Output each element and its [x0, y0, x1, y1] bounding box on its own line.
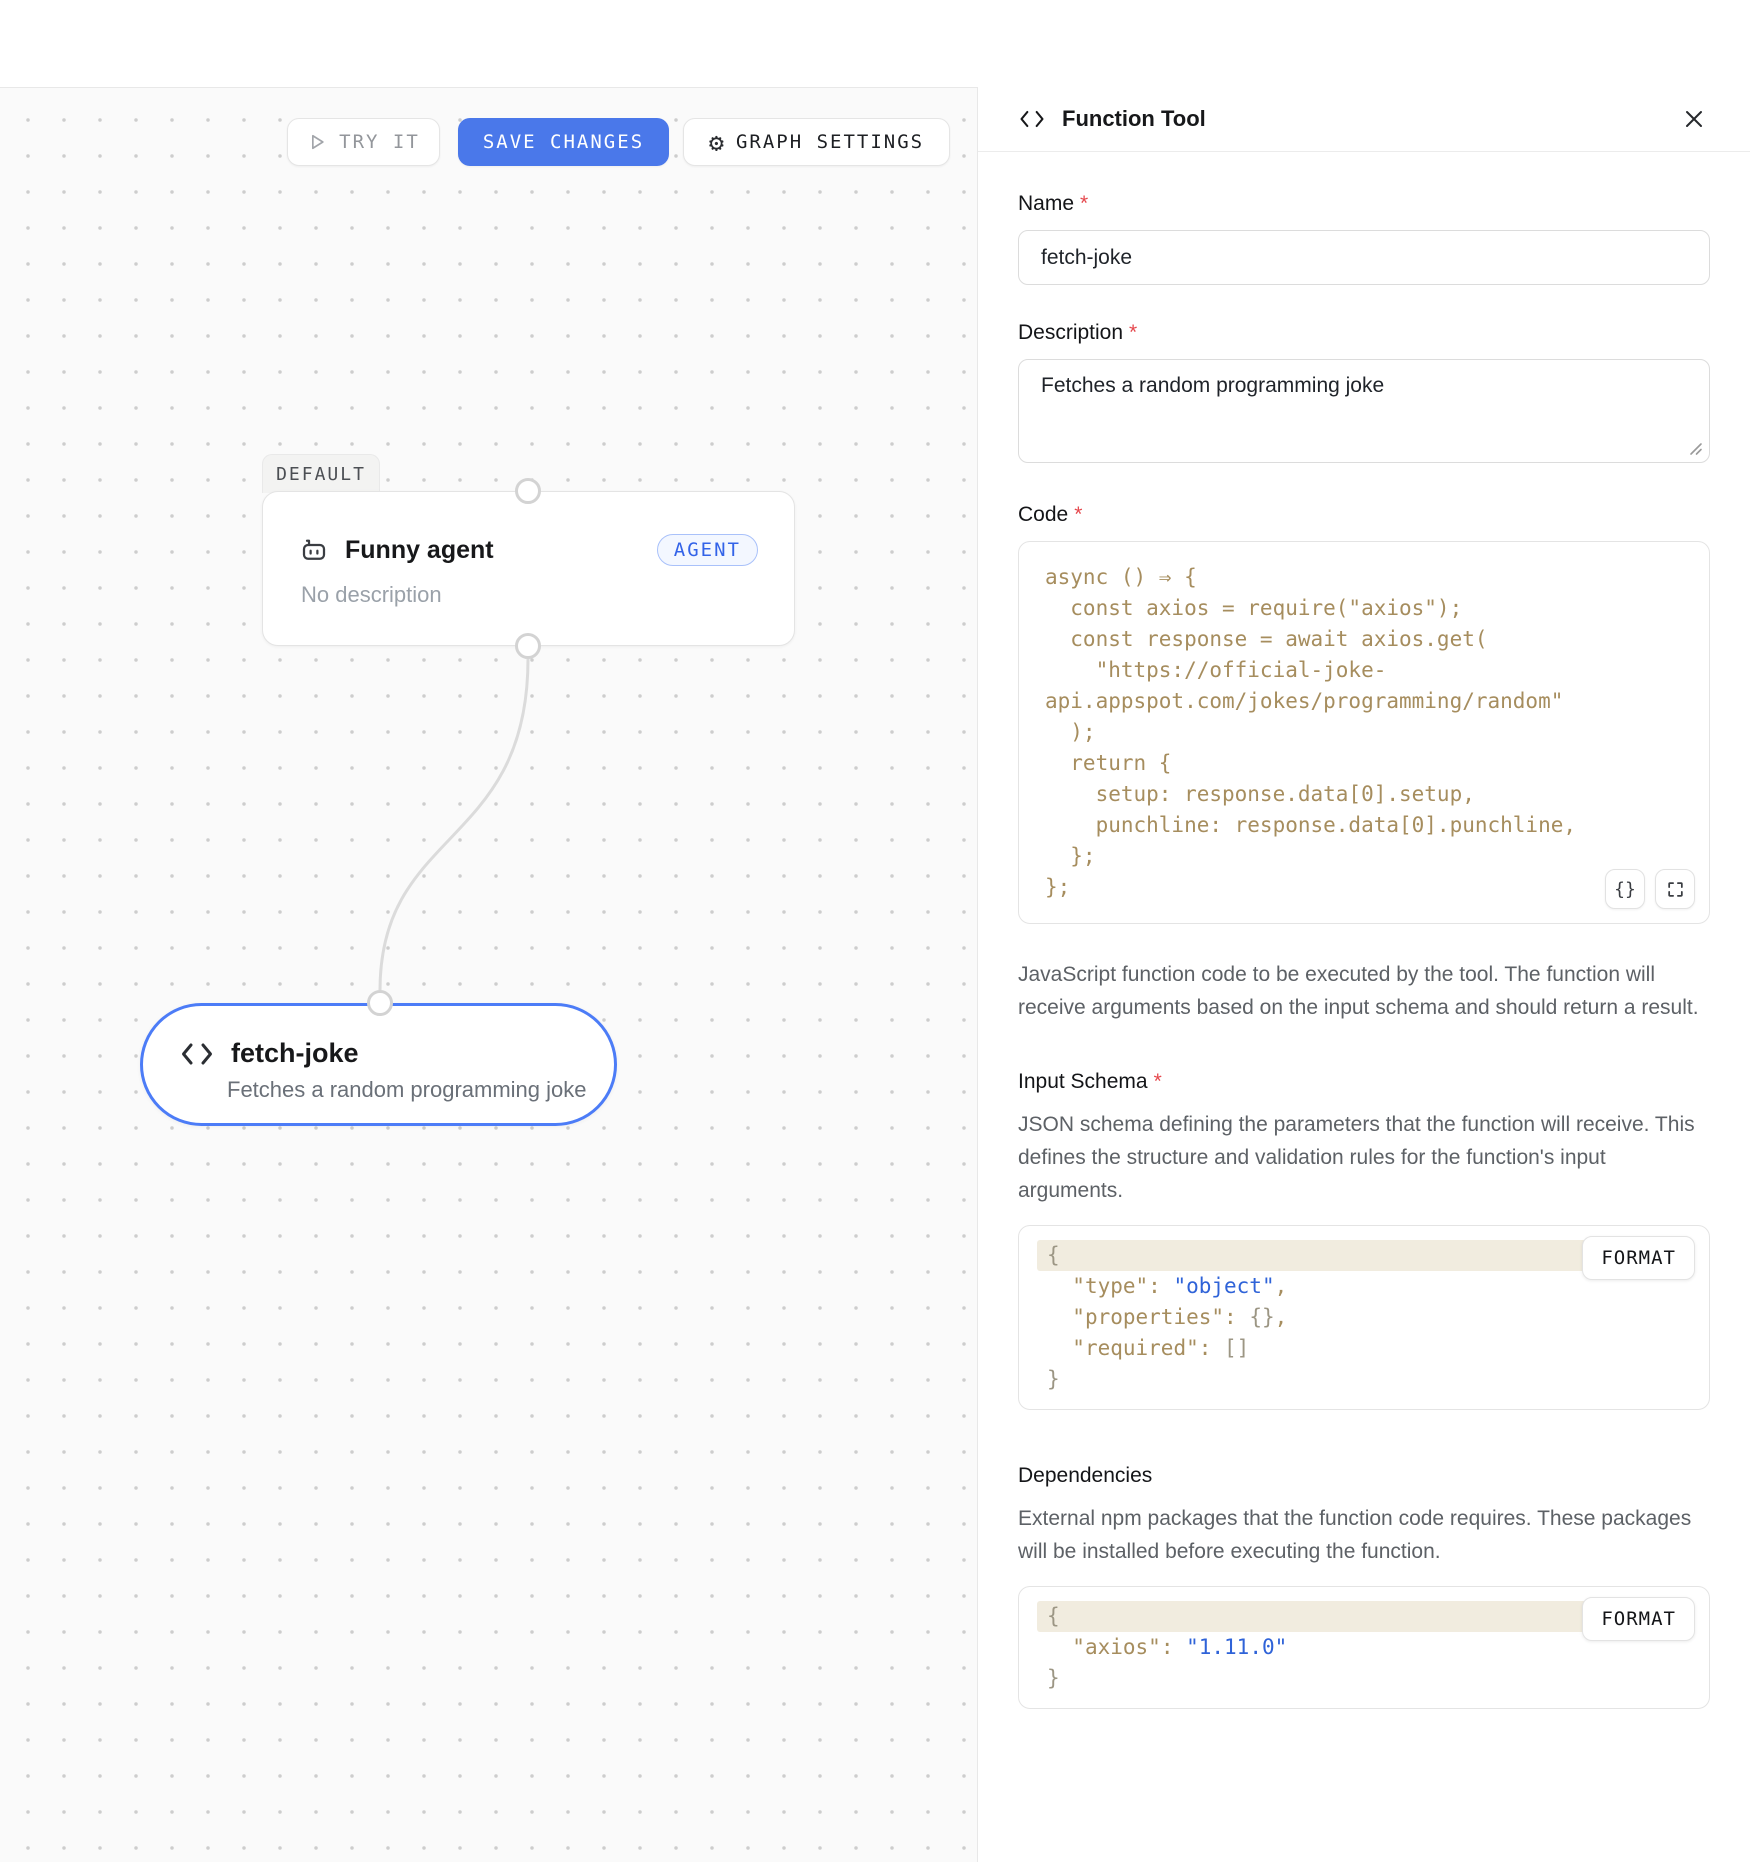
description-label: Description* — [1018, 321, 1710, 345]
try-it-button[interactable]: TRY IT — [287, 118, 440, 166]
braces-icon: {} — [1614, 879, 1636, 900]
name-label: Name* — [1018, 192, 1710, 216]
agent-node-title: Funny agent — [345, 536, 641, 565]
code-icon — [179, 1040, 215, 1068]
required-asterisk: * — [1129, 321, 1137, 344]
try-it-label: TRY IT — [339, 131, 420, 153]
dependencies-help-text: External npm packages that the function … — [1018, 1502, 1710, 1568]
node-fetch-joke[interactable]: fetch-joke Fetches a random programming … — [140, 1003, 617, 1126]
required-asterisk: * — [1154, 1070, 1162, 1093]
edge-agent-to-tool[interactable] — [380, 659, 528, 990]
expand-icon — [1666, 880, 1685, 899]
graph-settings-button[interactable]: ⚙ GRAPH SETTINGS — [683, 118, 950, 166]
edge-layer — [0, 88, 977, 1863]
tool-top-port[interactable] — [367, 990, 393, 1016]
code-label: Code* — [1018, 503, 1710, 527]
format-braces-button[interactable]: {} — [1605, 869, 1645, 909]
code-help-text: JavaScript function code to be executed … — [1018, 958, 1710, 1024]
tool-node-description: Fetches a random programming joke — [143, 1069, 614, 1103]
input-schema-label: Input Schema* — [1018, 1070, 1710, 1094]
input-schema-help-text: JSON schema defining the parameters that… — [1018, 1108, 1710, 1207]
agent-node-description: No description — [263, 566, 794, 608]
format-input-schema-button[interactable]: FORMAT — [1582, 1236, 1695, 1280]
required-asterisk: * — [1080, 192, 1088, 215]
save-changes-button[interactable]: SAVE CHANGES — [458, 118, 669, 166]
dependencies-label: Dependencies — [1018, 1464, 1710, 1488]
input-schema-editor[interactable]: { "type": "object", "properties": {}, "r… — [1018, 1225, 1710, 1410]
name-input[interactable] — [1018, 230, 1710, 285]
agent-top-port[interactable] — [515, 478, 541, 504]
gear-icon: ⚙ — [709, 130, 724, 155]
format-dependencies-button[interactable]: FORMAT — [1582, 1597, 1695, 1641]
panel-title: Function Tool — [1062, 106, 1206, 132]
description-textarea[interactable]: Fetches a random programming joke — [1018, 359, 1710, 463]
close-panel-button[interactable] — [1676, 101, 1712, 137]
group-tab-label: DEFAULT — [276, 464, 366, 485]
save-changes-label: SAVE CHANGES — [483, 131, 644, 153]
tool-node-title: fetch-joke — [231, 1038, 359, 1069]
graph-settings-label: GRAPH SETTINGS — [736, 131, 924, 153]
play-icon — [307, 132, 327, 152]
robot-icon — [299, 535, 329, 565]
code-editor[interactable]: async () ⇒ { const axios = require("axio… — [1018, 541, 1710, 924]
agent-type-badge: AGENT — [657, 534, 758, 566]
code-icon — [1018, 109, 1046, 129]
app-top-strip — [0, 0, 1750, 87]
dependencies-editor[interactable]: { "axios": "1.11.0"} FORMAT — [1018, 1586, 1710, 1709]
graph-canvas[interactable]: TRY IT SAVE CHANGES ⚙ GRAPH SETTINGS DEF… — [0, 87, 977, 1862]
close-icon — [1682, 107, 1706, 131]
function-tool-panel: Function Tool Name* Description* Fetches… — [977, 87, 1750, 1862]
code-lines: async () ⇒ { const axios = require("axio… — [1045, 562, 1683, 903]
group-tab-default[interactable]: DEFAULT — [262, 454, 380, 493]
panel-header: Function Tool — [978, 87, 1750, 152]
expand-editor-button[interactable] — [1655, 869, 1695, 909]
required-asterisk: * — [1074, 503, 1082, 526]
node-funny-agent[interactable]: Funny agent AGENT No description — [262, 491, 795, 646]
agent-bottom-port[interactable] — [515, 633, 541, 659]
